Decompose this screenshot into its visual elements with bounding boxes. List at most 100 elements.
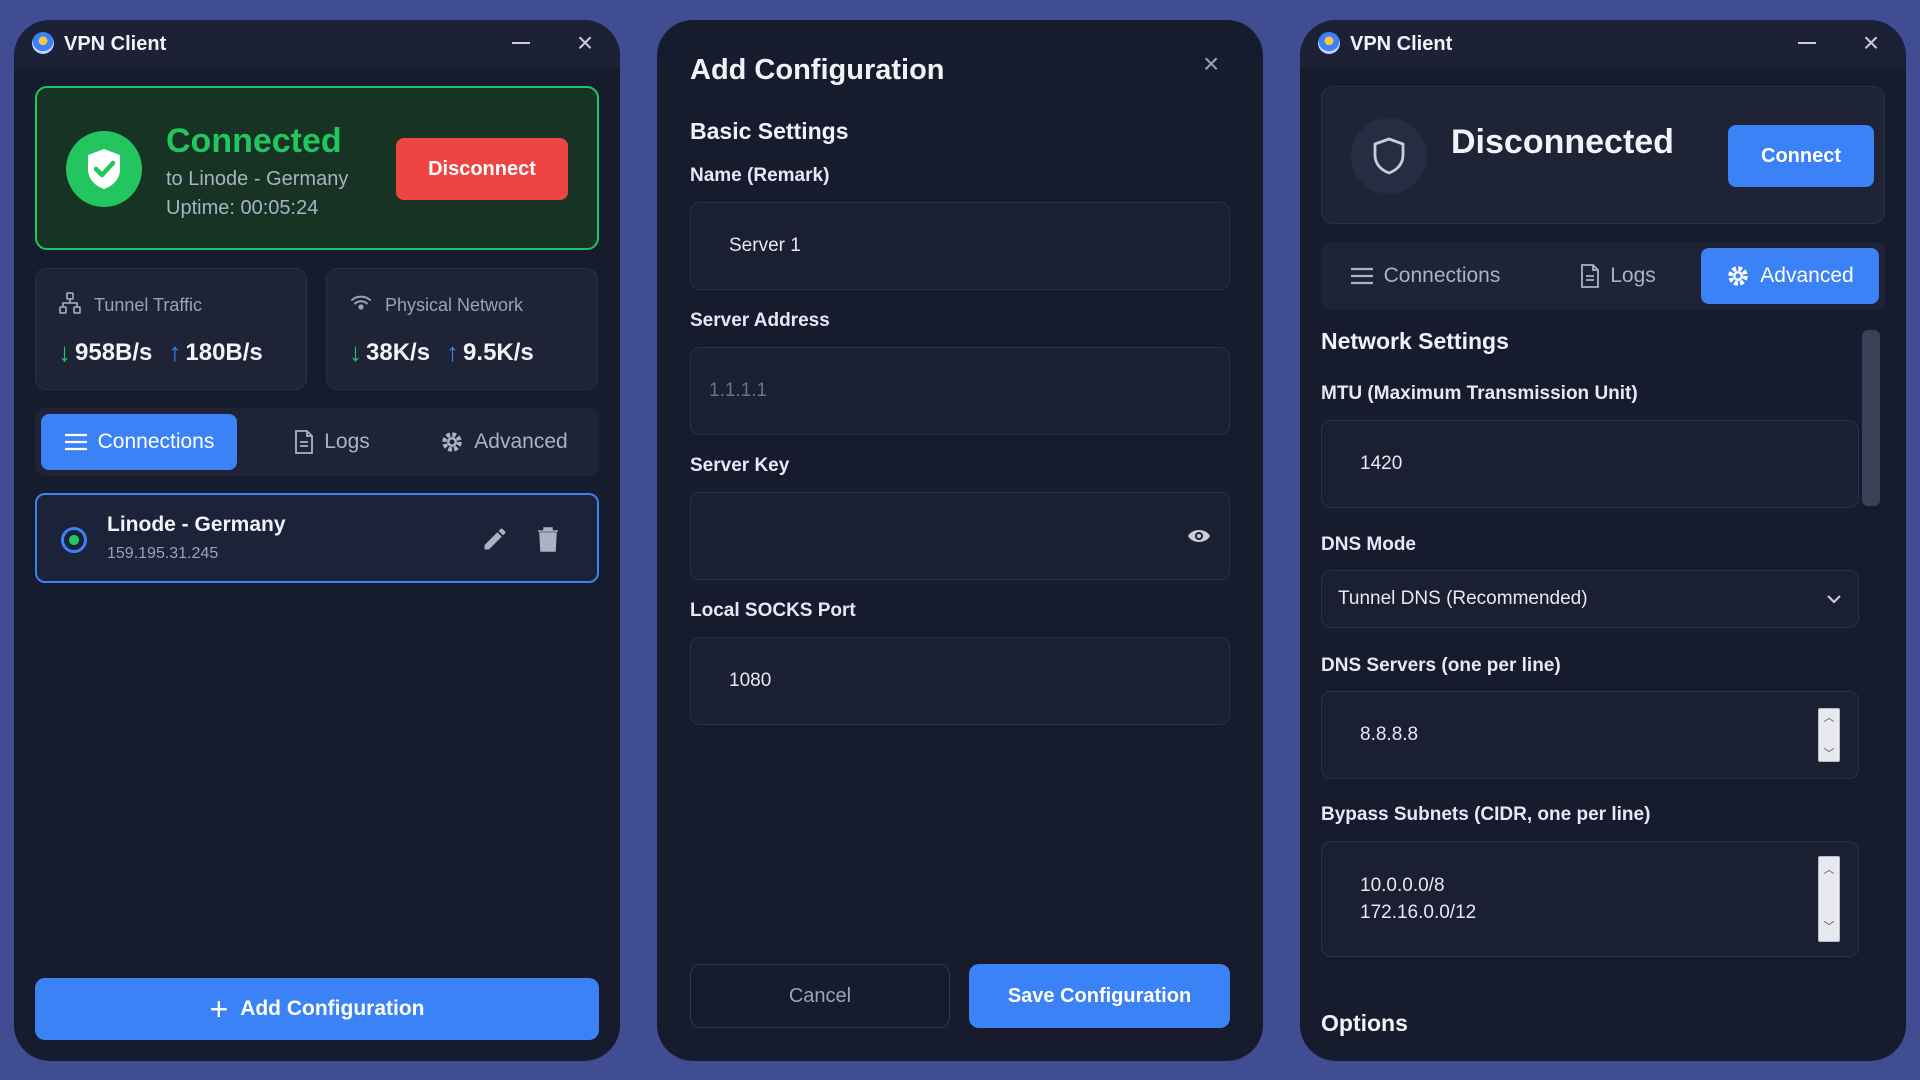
server-key-input[interactable] (690, 492, 1230, 580)
app-title: VPN Client (1350, 33, 1453, 55)
connected-server-text: to Linode - Germany (166, 168, 349, 190)
connection-ip: 159.195.31.245 (107, 545, 219, 562)
physical-network-label: Physical Network (385, 295, 524, 315)
tab-advanced-label: Advanced (474, 430, 568, 453)
edit-pencil-icon[interactable] (481, 525, 509, 553)
dns-servers-textarea[interactable]: 8.8.8.8 ︿ ﹀ (1321, 691, 1859, 779)
close-icon[interactable]: × (1203, 48, 1219, 80)
dns-scroll-stepper[interactable]: ︿ ﹀ (1818, 708, 1840, 762)
plus-icon: + (209, 991, 229, 1027)
dns-servers-label: DNS Servers (one per line) (1321, 655, 1561, 676)
tab-bar: Connections Logs Advanced (35, 408, 599, 476)
add-configuration-dialog: Add Configuration × Basic Settings Name … (657, 20, 1263, 1061)
tunnel-traffic-label: Tunnel Traffic (94, 295, 203, 315)
upload-arrow-icon: ↑ (168, 337, 182, 367)
tab-connections[interactable]: Connections (1327, 248, 1523, 304)
tab-connections-label: Connections (1383, 264, 1501, 287)
server-address-label: Server Address (690, 310, 830, 331)
tab-advanced-label: Advanced (1760, 264, 1854, 287)
vpn-client-window-disconnected: VPN Client × Disconnected Connect Connec… (1300, 20, 1906, 1061)
server-key-label: Server Key (690, 455, 790, 476)
socks-port-label: Local SOCKS Port (690, 600, 856, 621)
add-configuration-button[interactable]: + Add Configuration (35, 978, 599, 1040)
dns-mode-label: DNS Mode (1321, 534, 1416, 555)
globe-icon (61, 527, 87, 553)
dns-mode-select[interactable]: Tunnel DNS (Recommended) (1321, 570, 1859, 628)
vpn-client-window-connected: VPN Client × Connected to Linode - Germa… (14, 20, 620, 1061)
connect-button[interactable]: Connect (1728, 125, 1874, 187)
document-icon (295, 430, 314, 454)
dns-mode-value: Tunnel DNS (Recommended) (1338, 588, 1588, 609)
gear-icon (442, 432, 463, 452)
title-bar: VPN Client × (1300, 20, 1906, 68)
document-icon (1581, 264, 1600, 288)
trash-icon[interactable] (536, 525, 560, 553)
bypass-subnet-line: 172.16.0.0/12 (1360, 902, 1477, 923)
chevron-down-icon (1827, 595, 1841, 604)
connection-list-item[interactable]: Linode - Germany 159.195.31.245 (35, 493, 599, 583)
physical-download-speed: 38K/s (366, 338, 431, 366)
app-title: VPN Client (64, 33, 167, 55)
bypass-subnets-textarea[interactable]: 10.0.0.0/8 172.16.0.0/12 ︿ ﹀ (1321, 841, 1859, 957)
upload-arrow-icon: ↑ (446, 337, 460, 367)
tunnel-traffic-values: ↓ 958B/s ↑ 180B/s (58, 337, 263, 368)
chevron-up-icon[interactable]: ︿ (1824, 709, 1835, 725)
chevron-up-icon[interactable]: ︿ (1824, 857, 1835, 884)
cancel-button[interactable]: Cancel (690, 964, 950, 1028)
tab-advanced[interactable]: Advanced (415, 414, 593, 470)
physical-upload-speed: 9.5K/s (463, 338, 534, 366)
chevron-down-icon[interactable]: ﹀ (1824, 914, 1835, 941)
close-icon[interactable]: × (1858, 29, 1884, 57)
bypass-subnets-label: Bypass Subnets (CIDR, one per line) (1321, 804, 1651, 825)
dns-servers-value: 8.8.8.8 (1360, 724, 1419, 745)
uptime-text: Uptime: 00:05:24 (166, 197, 319, 219)
close-icon[interactable]: × (572, 29, 598, 57)
bypass-scroll-stepper[interactable]: ︿ ﹀ (1818, 856, 1840, 942)
minimize-icon[interactable] (1798, 42, 1816, 44)
dialog-title: Add Configuration (690, 54, 945, 86)
tab-connections[interactable]: Connections (41, 414, 237, 470)
menu-icon (64, 433, 87, 451)
tab-logs[interactable]: Logs (257, 414, 407, 470)
eye-icon[interactable] (1187, 526, 1211, 546)
shield-icon (1351, 118, 1427, 194)
tunnel-upload-speed: 180B/s (185, 338, 263, 366)
add-configuration-label: Add Configuration (240, 997, 425, 1020)
options-heading: Options (1321, 1010, 1408, 1036)
name-label: Name (Remark) (690, 165, 830, 186)
wifi-icon (351, 295, 371, 310)
download-arrow-icon: ↓ (58, 337, 71, 367)
tab-logs[interactable]: Logs (1543, 248, 1693, 304)
status-text: Connected (166, 122, 342, 160)
minimize-icon[interactable] (512, 42, 530, 44)
tunnel-traffic-card: Tunnel Traffic ↓ 958B/s ↑ 180B/s (35, 268, 307, 390)
tab-advanced[interactable]: Advanced (1701, 248, 1879, 304)
socks-port-input[interactable]: 1080 (690, 637, 1230, 725)
mtu-label: MTU (Maximum Transmission Unit) (1321, 383, 1638, 404)
tab-bar: Connections Logs Advanced (1321, 242, 1885, 310)
chevron-down-icon[interactable]: ﹀ (1824, 745, 1835, 761)
tab-connections-label: Connections (97, 430, 215, 453)
gear-icon (1728, 266, 1749, 286)
mtu-input[interactable]: 1420 (1321, 420, 1859, 508)
tab-logs-label: Logs (1610, 264, 1656, 287)
network-settings-heading: Network Settings (1321, 328, 1509, 354)
status-text: Disconnected (1451, 123, 1674, 161)
shield-check-icon (66, 131, 142, 207)
app-logo-icon (1318, 32, 1340, 54)
physical-network-card: Physical Network ↓ 38K/s ↑ 9.5K/s (326, 268, 598, 390)
tab-logs-label: Logs (324, 430, 370, 453)
title-bar: VPN Client × (14, 20, 620, 68)
save-configuration-button[interactable]: Save Configuration (969, 964, 1230, 1028)
menu-icon (1350, 267, 1373, 285)
disconnect-button[interactable]: Disconnect (396, 138, 568, 200)
connection-name: Linode - Germany (107, 513, 286, 536)
name-input[interactable]: Server 1 (690, 202, 1230, 290)
app-logo-icon (32, 32, 54, 54)
scrollbar[interactable] (1862, 330, 1880, 506)
physical-network-values: ↓ 38K/s ↑ 9.5K/s (349, 337, 534, 368)
bypass-subnet-line: 10.0.0.0/8 (1360, 875, 1445, 896)
connection-status-card: Connected to Linode - Germany Uptime: 00… (35, 86, 599, 250)
server-address-input[interactable]: 1.1.1.1 (690, 347, 1230, 435)
connection-status-card: Disconnected Connect (1321, 86, 1885, 224)
